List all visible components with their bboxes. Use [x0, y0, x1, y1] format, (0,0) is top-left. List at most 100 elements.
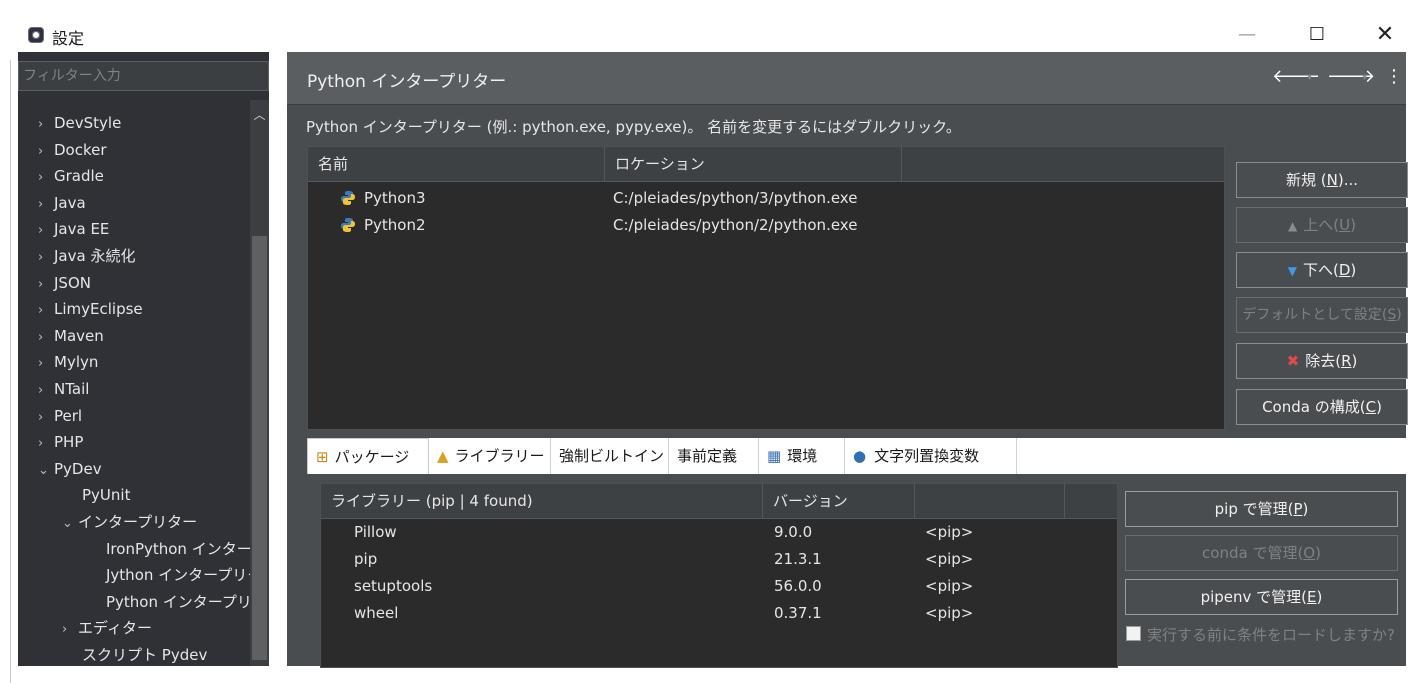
chevron-right-icon[interactable]: › — [38, 351, 54, 377]
table-row[interactable]: Python3 C:/pleiades/python/3/python.exe — [308, 185, 1224, 212]
pip-label: pip で管理( — [1214, 500, 1294, 518]
chevron-right-icon[interactable]: › — [38, 272, 54, 298]
conda-config-button[interactable]: Conda の構成(C) — [1236, 389, 1408, 425]
pipenv-key: E — [1307, 588, 1317, 606]
library-row[interactable]: setuptools 56.0.0 <pip> — [321, 573, 1117, 600]
tree-item[interactable]: › Java — [38, 190, 86, 216]
load-conditions-checkbox[interactable] — [1126, 626, 1141, 641]
library-row[interactable]: wheel 0.37.1 <pip> — [321, 600, 1117, 627]
column-empty[interactable] — [902, 147, 1224, 181]
tree-item[interactable]: Python インタープリタ — [106, 589, 250, 615]
tree-item[interactable]: › エディター — [62, 615, 152, 641]
library-row[interactable]: Pillow 9.0.0 <pip> — [321, 519, 1117, 546]
tab-predefined-label: 事前定義 — [677, 447, 738, 465]
library-name: wheel — [354, 604, 399, 622]
tree-item[interactable]: › Docker — [38, 137, 107, 163]
set-default-button[interactable]: デフォルトとして設定(S) — [1236, 297, 1408, 333]
arrow-up-icon: ▲ — [1288, 219, 1298, 233]
library-source: <pip> — [925, 550, 974, 568]
back-arrow-icon[interactable]: 🡐 — [1272, 66, 1320, 87]
manage-with-conda-button[interactable]: conda で管理(O) — [1125, 535, 1398, 571]
up-suffix: ) — [1350, 216, 1356, 234]
conda-key: C — [1365, 398, 1377, 416]
move-down-button[interactable]: ▼ 下へ(D) — [1236, 252, 1408, 288]
tree-item[interactable]: › DevStyle — [38, 110, 121, 136]
scroll-thumb[interactable] — [252, 236, 267, 660]
tree-item[interactable]: › Mylyn — [38, 349, 98, 375]
tree-item[interactable]: › Maven — [38, 323, 104, 349]
tree-item[interactable]: Jython インタープリタ — [106, 562, 250, 588]
column-version[interactable]: バージョン — [763, 484, 915, 518]
chevron-right-icon[interactable]: › — [62, 617, 78, 643]
forward-arrow-icon[interactable]: 🡒 — [1327, 66, 1375, 87]
chevron-right-icon[interactable]: › — [38, 192, 54, 218]
tree-item[interactable]: › Gradle — [38, 163, 104, 189]
tab-predefined[interactable]: 事前定義 — [669, 438, 759, 474]
chevron-right-icon[interactable]: › — [38, 218, 54, 244]
tree-item[interactable]: › PHP — [38, 429, 83, 455]
interpreter-location: C:/pleiades/python/2/python.exe — [613, 216, 858, 234]
tree-item[interactable]: PyUnit — [82, 482, 130, 508]
chevron-right-icon[interactable]: › — [38, 405, 54, 431]
column-location[interactable]: ロケーション — [605, 147, 902, 181]
column-source[interactable] — [915, 484, 1065, 518]
tree-item[interactable]: › Java EE — [38, 216, 109, 242]
preference-tree: › DevStyle › Docker › Gradle › Java › Java EE › Jav… — [18, 100, 250, 666]
tree-item[interactable]: › NTail — [38, 376, 89, 402]
chevron-right-icon[interactable]: › — [38, 165, 54, 191]
scroll-up-icon[interactable]: ︿ — [250, 106, 269, 123]
chevron-right-icon[interactable]: › — [38, 378, 54, 404]
tree-item[interactable]: スクリプト Pydev — [82, 642, 207, 666]
table-row[interactable]: Python2 C:/pleiades/python/2/python.exe — [308, 212, 1224, 239]
tree-scrollbar[interactable]: ︿ — [250, 100, 269, 666]
view-menu-icon[interactable]: ⋮ — [1385, 66, 1403, 87]
table-header: 名前 ロケーション — [308, 147, 1224, 182]
tab-environment[interactable]: ▦ 環境 — [759, 438, 845, 474]
chevron-down-icon[interactable]: ⌄ — [62, 511, 78, 537]
tree-item[interactable]: › Perl — [38, 403, 82, 429]
manage-with-pipenv-button[interactable]: pipenv で管理(E) — [1125, 579, 1398, 615]
page-description: Python インタープリター (例.: python.exe, pypy.ex… — [306, 118, 961, 136]
close-button[interactable]: ✕ — [1362, 20, 1408, 50]
chevron-right-icon[interactable]: › — [38, 325, 54, 351]
tree-item[interactable]: ⌄ PyDev — [38, 456, 102, 482]
tree-item[interactable]: › LimyEclipse — [38, 296, 143, 322]
back-dropdown-icon[interactable]: ▾ — [1307, 72, 1312, 83]
chevron-right-icon[interactable]: › — [38, 298, 54, 324]
new-interpreter-button[interactable]: 新規 (N)... — [1236, 162, 1408, 198]
tree-item-label: エディター — [78, 619, 152, 638]
forward-dropdown-icon[interactable]: ▾ — [1362, 72, 1367, 83]
minimize-button[interactable]: — — [1224, 20, 1270, 50]
interpreter-name: Python2 — [364, 216, 426, 234]
window-title: 設定 — [52, 29, 85, 48]
filter-input[interactable] — [18, 61, 269, 91]
tree-item-label: JSON — [54, 273, 91, 292]
tab-string-substitution[interactable]: ● 文字列置換変数 — [845, 438, 1017, 474]
library-version: 9.0.0 — [774, 523, 813, 541]
chevron-right-icon[interactable]: › — [38, 431, 54, 457]
tree-item[interactable]: ⌄ インタープリター — [62, 509, 197, 535]
chevron-right-icon[interactable]: › — [38, 139, 54, 165]
interpreter-location: C:/pleiades/python/3/python.exe — [613, 189, 858, 207]
maximize-button[interactable]: ☐ — [1294, 20, 1340, 50]
remove-button[interactable]: ✖ 除去(R) — [1236, 343, 1408, 379]
tree-item-label: Docker — [54, 140, 107, 159]
tree-item[interactable]: IronPython インター — [106, 536, 250, 562]
tab-forced-builtins[interactable]: 強制ビルトイン — [551, 438, 669, 474]
tree-item[interactable]: › JSON — [38, 270, 91, 296]
tree-item[interactable]: › Java 永続化 — [38, 243, 135, 269]
move-up-button[interactable]: ▲ 上へ(U) — [1236, 207, 1408, 243]
remove-key: R — [1341, 352, 1352, 370]
column-library[interactable]: ライブラリー (pip | 4 found) — [321, 484, 763, 518]
column-extra[interactable] — [1065, 484, 1117, 518]
library-row[interactable]: pip 21.3.1 <pip> — [321, 546, 1117, 573]
column-name[interactable]: 名前 — [308, 147, 605, 181]
tab-libraries[interactable]: ▲ ライブラリー — [429, 438, 551, 474]
libraries-icon: ▲ — [437, 447, 449, 465]
chevron-right-icon[interactable]: › — [38, 112, 54, 138]
library-source: <pip> — [925, 604, 974, 622]
manage-with-pip-button[interactable]: pip で管理(P) — [1125, 491, 1398, 527]
chevron-right-icon[interactable]: › — [38, 245, 54, 271]
tab-packages[interactable]: ⊞ パッケージ — [307, 438, 429, 474]
chevron-down-icon[interactable]: ⌄ — [38, 458, 54, 484]
